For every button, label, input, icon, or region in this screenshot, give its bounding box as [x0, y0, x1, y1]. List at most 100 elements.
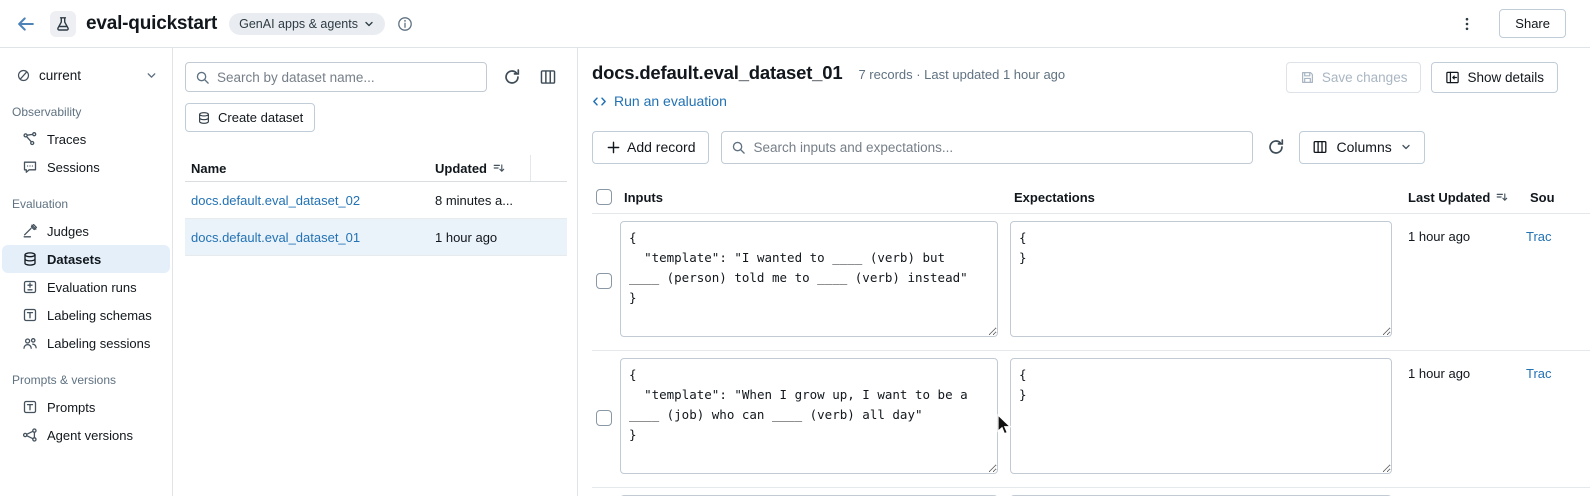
column-spacer [530, 155, 567, 181]
info-button[interactable] [397, 16, 413, 32]
sidebar-item-sessions[interactable]: Sessions [2, 153, 170, 181]
expectations-textarea[interactable]: { } [1010, 221, 1392, 337]
back-arrow-icon [16, 14, 36, 34]
column-header-expectations: Expectations [1010, 190, 1404, 205]
record-source-link[interactable]: Trac [1526, 229, 1552, 244]
row-checkbox[interactable] [596, 410, 612, 426]
dataset-search-input[interactable] [217, 70, 477, 85]
search-icon [195, 70, 210, 85]
table-row[interactable]: docs.default.eval_dataset_02 8 minutes a… [185, 182, 567, 219]
column-header-last-updated[interactable]: Last Updated [1404, 190, 1526, 205]
page-title: eval-quickstart [86, 13, 217, 35]
top-bar: eval-quickstart GenAI apps & agents Shar… [0, 0, 1590, 48]
sidebar-item-label: Evaluation runs [47, 280, 137, 295]
dataset-updated: 1 hour ago [435, 230, 530, 245]
sidebar: current Observability Traces Sessions Ev… [0, 48, 173, 496]
run-evaluation-link[interactable]: Run an evaluation [592, 93, 727, 109]
record-row: { "template": "When I grow up, I want to… [592, 351, 1590, 488]
records-table-header: Inputs Expectations Last Updated Sou [592, 182, 1590, 214]
environment-label: current [39, 68, 81, 83]
environment-selector[interactable]: current [0, 62, 172, 89]
sidebar-item-judges[interactable]: Judges [2, 217, 170, 245]
save-icon [1300, 70, 1315, 85]
sort-icon [1495, 190, 1509, 204]
columns-icon [1312, 139, 1328, 155]
sidebar-item-labeling-schemas[interactable]: Labeling schemas [2, 301, 170, 329]
column-header-updated[interactable]: Updated [435, 161, 530, 176]
inputs-textarea[interactable]: { "template": "When I grow up, I want to… [620, 358, 998, 474]
chevron-down-icon [1400, 141, 1412, 153]
refresh-records-button[interactable] [1265, 136, 1287, 158]
evaluation-runs-icon [22, 279, 38, 295]
sidebar-item-labeling-sessions[interactable]: Labeling sessions [2, 329, 170, 357]
sidebar-item-label: Agent versions [47, 428, 133, 443]
none-icon [16, 68, 31, 83]
expectations-textarea[interactable]: { } [1010, 358, 1392, 474]
sidebar-item-prompts[interactable]: Prompts [2, 393, 170, 421]
column-header-inputs: Inputs [620, 190, 1010, 205]
prompts-icon [22, 399, 38, 415]
section-evaluation: Evaluation [0, 181, 172, 217]
records-search-input[interactable] [753, 140, 1243, 155]
search-icon [731, 140, 746, 155]
columns-icon [539, 68, 557, 86]
dataset-title: docs.default.eval_dataset_01 [592, 62, 842, 84]
sidebar-item-label: Traces [47, 132, 86, 147]
datasets-icon [197, 111, 211, 125]
refresh-icon [1267, 138, 1285, 156]
dataset-link[interactable]: docs.default.eval_dataset_01 [191, 230, 360, 245]
create-dataset-label: Create dataset [218, 110, 303, 125]
sidebar-item-agent-versions[interactable]: Agent versions [2, 421, 170, 449]
traces-icon [22, 131, 38, 147]
dataset-detail-panel: docs.default.eval_dataset_01 7 records ·… [578, 48, 1590, 496]
refresh-datasets-button[interactable] [501, 66, 523, 88]
run-evaluation-label: Run an evaluation [614, 93, 727, 109]
scope-selector-label: GenAI apps & agents [239, 17, 358, 31]
dataset-updated: 8 minutes a... [435, 193, 530, 208]
show-details-button[interactable]: Show details [1431, 62, 1558, 93]
add-record-button[interactable]: Add record [592, 131, 709, 164]
sidebar-item-label: Sessions [47, 160, 100, 175]
show-details-label: Show details [1467, 70, 1544, 85]
overflow-menu-button[interactable] [1455, 12, 1479, 36]
select-all-checkbox[interactable] [596, 189, 612, 205]
plus-icon [606, 140, 621, 155]
create-dataset-button[interactable]: Create dataset [185, 103, 315, 132]
sidebar-item-datasets[interactable]: Datasets [2, 245, 170, 273]
sort-icon [492, 161, 506, 175]
dataset-link[interactable]: docs.default.eval_dataset_02 [191, 193, 360, 208]
back-button[interactable] [16, 14, 36, 34]
record-row-partial [592, 488, 1590, 496]
sidebar-item-label: Labeling sessions [47, 336, 150, 351]
row-checkbox[interactable] [596, 273, 612, 289]
sidebar-item-label: Prompts [47, 400, 95, 415]
dataset-table: Name Updated docs.default.eval_dataset_0… [185, 155, 567, 256]
sessions-icon [22, 159, 38, 175]
inputs-textarea[interactable]: { "template": "I wanted to ____ (verb) b… [620, 221, 998, 337]
datasets-icon [22, 251, 38, 267]
save-changes-button[interactable]: Save changes [1286, 62, 1422, 93]
scope-selector[interactable]: GenAI apps & agents [229, 13, 385, 35]
agent-versions-icon [22, 427, 38, 443]
record-source-link[interactable]: Trac [1526, 366, 1552, 381]
section-observability: Observability [0, 89, 172, 125]
dataset-columns-button[interactable] [537, 66, 559, 88]
chevron-down-icon [145, 69, 158, 82]
columns-label: Columns [1336, 139, 1391, 155]
judges-icon [22, 223, 38, 239]
info-icon [397, 16, 413, 32]
labeling-schemas-icon [22, 307, 38, 323]
sidebar-item-label: Datasets [47, 252, 101, 267]
record-row: { "template": "I wanted to ____ (verb) b… [592, 214, 1590, 351]
sidebar-item-evaluation-runs[interactable]: Evaluation runs [2, 273, 170, 301]
refresh-icon [503, 68, 521, 86]
labeling-sessions-icon [22, 335, 38, 351]
section-prompts-versions: Prompts & versions [0, 357, 172, 393]
panel-left-arrow-icon [1445, 70, 1460, 85]
table-row-selected[interactable]: docs.default.eval_dataset_01 1 hour ago [185, 219, 567, 256]
share-button[interactable]: Share [1499, 9, 1566, 38]
code-icon [592, 94, 607, 109]
sidebar-item-traces[interactable]: Traces [2, 125, 170, 153]
records-columns-button[interactable]: Columns [1299, 131, 1424, 164]
dataset-table-header: Name Updated [185, 155, 567, 182]
